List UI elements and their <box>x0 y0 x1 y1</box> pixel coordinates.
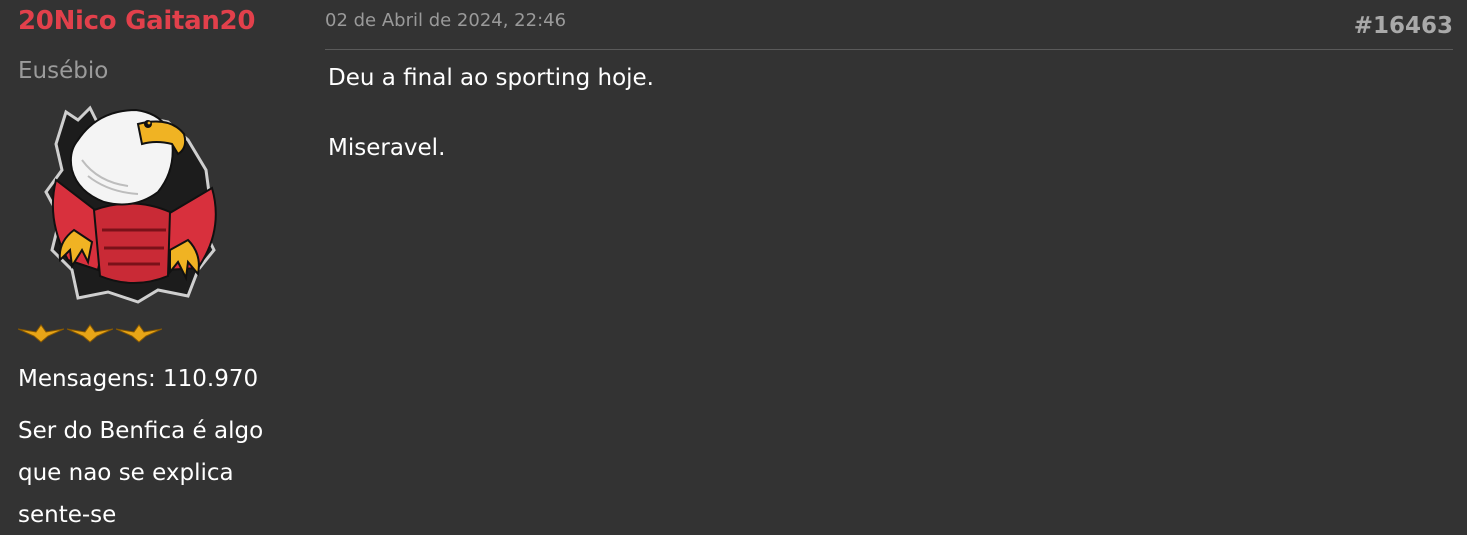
gold-eagle-badge-icon <box>116 324 162 343</box>
avatar[interactable] <box>38 100 230 304</box>
post-paragraph: Deu a final ao sporting hoje. <box>328 65 654 91</box>
gold-eagle-badge-icon <box>18 324 64 343</box>
eagle-avatar-icon <box>44 105 217 304</box>
gold-eagle-badge-icon <box>67 324 113 343</box>
author-rank-title: Eusébio <box>18 58 109 84</box>
author-signature: Ser do Benfica é algo que nao se explica… <box>18 410 298 535</box>
signature-line: que nao se explica <box>18 460 234 486</box>
message-count: Mensagens: 110.970 <box>18 366 259 392</box>
post-number-link[interactable]: #16463 <box>1354 13 1453 39</box>
post-header: 02 de Abril de 2024, 22:46 #16463 <box>325 0 1453 50</box>
post-paragraph: Miseravel. <box>328 135 446 161</box>
forum-post: 20Nico Gaitan20 Eusébio Mensagens: 110.9… <box>0 0 1467 535</box>
author-username[interactable]: 20Nico Gaitan20 <box>18 6 255 36</box>
post-body: Deu a final ao sporting hoje. Miseravel. <box>328 64 1448 204</box>
post-timestamp: 02 de Abril de 2024, 22:46 <box>325 10 567 31</box>
rank-badges <box>18 323 162 343</box>
signature-line: sente-se <box>18 502 117 528</box>
signature-line: Ser do Benfica é algo <box>18 418 264 444</box>
